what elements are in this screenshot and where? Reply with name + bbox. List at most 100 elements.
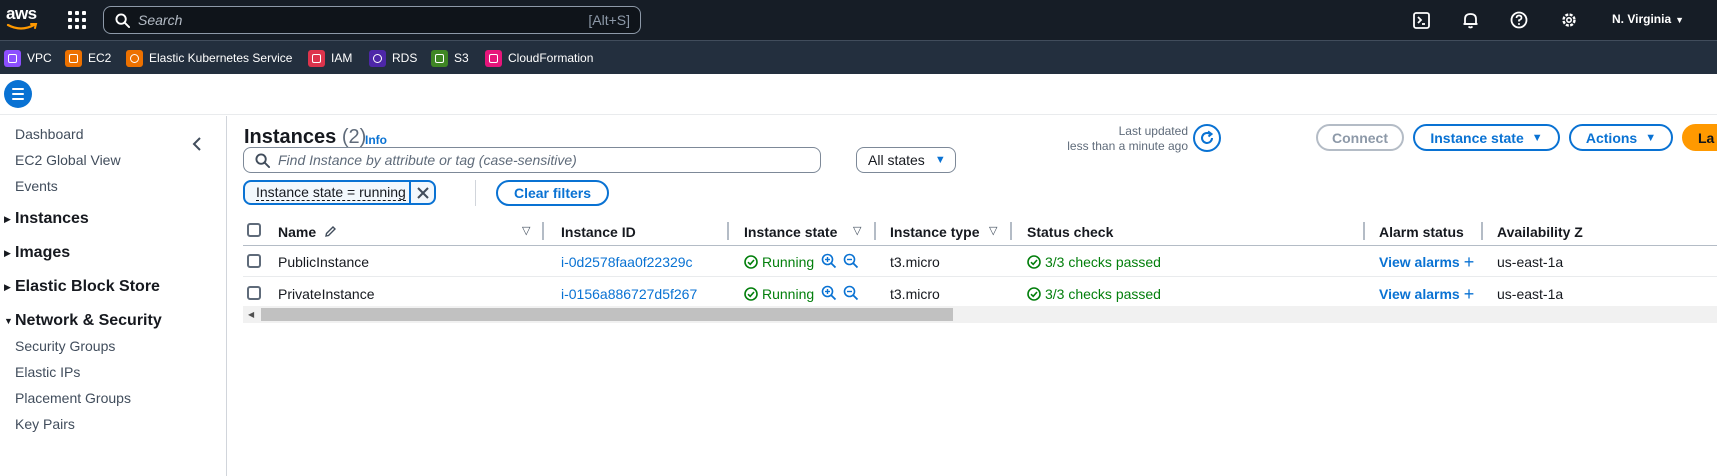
page-title: Instances (2) [244, 126, 366, 149]
favorite-vpc[interactable]: VPC [4, 49, 52, 67]
states-select[interactable]: All states ▼ [856, 147, 956, 173]
view-alarms-link[interactable]: View alarms + [1379, 285, 1475, 303]
filter-token-label[interactable]: Instance state = running [245, 182, 411, 203]
add-icon[interactable]: + [1464, 285, 1475, 303]
sidebar-section-label: Elastic Block Store [15, 278, 160, 295]
zoom-out-icon[interactable] [843, 253, 859, 269]
select-all-checkbox[interactable] [247, 223, 261, 237]
gear-icon[interactable] [1559, 10, 1579, 30]
sidebar-item-events[interactable]: Events [15, 178, 58, 194]
filter-token-remove[interactable] [411, 182, 434, 203]
favorite-ec2[interactable]: EC2 [65, 49, 111, 67]
instance-id-link[interactable]: i-0156a886727d5f267 [561, 286, 697, 302]
instance-filter[interactable] [243, 147, 821, 173]
caret-right-icon: ▶ [4, 247, 11, 258]
info-link[interactable]: Info [365, 133, 387, 147]
side-navigation: Dashboard EC2 Global View Events ▶ Instan… [0, 116, 227, 476]
favorite-label: IAM [331, 51, 353, 65]
column-resizer[interactable] [542, 222, 544, 240]
column-resizer[interactable] [874, 222, 876, 240]
clear-filters-button[interactable]: Clear filters [496, 180, 609, 206]
favorite-cloudformation[interactable]: CloudFormation [485, 49, 593, 67]
column-header-availability-zone[interactable]: Availability Z [1497, 224, 1583, 240]
column-header-instance-state[interactable]: Instance state [744, 224, 837, 240]
global-search-input[interactable] [138, 10, 558, 30]
cloudshell-icon[interactable] [1411, 10, 1431, 30]
caret-down-icon: ▼ [1645, 131, 1657, 144]
aws-logo-text: aws [6, 4, 37, 23]
success-check-icon [744, 287, 758, 301]
bell-icon[interactable] [1460, 10, 1480, 30]
row-checkbox[interactable] [247, 286, 261, 300]
column-header-instance-id[interactable]: Instance ID [561, 224, 636, 240]
column-header-alarm-status[interactable]: Alarm status [1379, 224, 1464, 240]
sort-icon[interactable]: ▽ [853, 224, 861, 237]
sidebar-item-elastic-ips[interactable]: Elastic IPs [15, 364, 80, 380]
search-shortcut-hint: [Alt+S] [588, 12, 630, 28]
help-icon[interactable] [1509, 10, 1529, 30]
column-resizer[interactable] [1010, 222, 1012, 240]
instance-id-link[interactable]: i-0d2578faa0f22329c [561, 254, 693, 270]
chevron-left-icon[interactable] [190, 136, 204, 152]
instance-name: PrivateInstance [278, 286, 375, 302]
table-row[interactable]: PublicInstance i-0d2578faa0f22329c Runni… [243, 246, 1717, 277]
column-resizer[interactable] [727, 222, 729, 240]
connect-button[interactable]: Connect [1316, 124, 1404, 151]
sort-icon[interactable]: ▽ [989, 224, 997, 237]
apps-grid-icon[interactable] [68, 11, 86, 29]
instance-state-button-label: Instance state [1430, 129, 1524, 146]
zoom-out-icon[interactable] [843, 285, 859, 301]
sidebar-section-instances[interactable]: ▶ Instances [4, 210, 89, 228]
column-header-label: Name [278, 224, 317, 240]
column-header-name[interactable]: Name [278, 224, 337, 240]
favorite-iam[interactable]: IAM [308, 49, 352, 67]
actions-button[interactable]: Actions ▼ [1569, 124, 1673, 151]
instance-state-value: Running [744, 286, 814, 302]
favorite-label: VPC [27, 51, 52, 65]
add-icon[interactable]: + [1464, 253, 1475, 271]
zoom-in-icon[interactable] [821, 253, 837, 269]
sort-icon[interactable]: ▽ [522, 224, 530, 237]
status-check-text: 3/3 checks passed [1045, 286, 1161, 302]
sidebar-section-network-security[interactable]: ▼ Network & Security [4, 312, 162, 330]
favorite-eks[interactable]: Elastic Kubernetes Service [126, 49, 292, 67]
row-checkbox[interactable] [247, 254, 261, 268]
view-alarms-link[interactable]: View alarms + [1379, 253, 1475, 271]
availability-zone-value: us-east-1a [1497, 286, 1564, 302]
menu-icon[interactable] [4, 80, 32, 108]
scroll-left-icon[interactable]: ◀ [248, 310, 254, 319]
instance-state-button[interactable]: Instance state ▼ [1413, 124, 1560, 151]
caret-right-icon: ▶ [4, 281, 11, 292]
column-header-status-check[interactable]: Status check [1027, 224, 1113, 240]
global-search[interactable]: [Alt+S] [103, 6, 641, 34]
aws-logo[interactable]: aws [6, 4, 40, 34]
scrollbar-thumb[interactable] [261, 308, 953, 321]
launch-instances-button[interactable]: La [1682, 124, 1717, 151]
instance-count: (2) [341, 126, 367, 148]
table-row[interactable]: PrivateInstance i-0156a886727d5f267 Runn… [243, 278, 1717, 309]
sidebar-section-elastic-block-store[interactable]: ▶ Elastic Block Store [4, 278, 160, 296]
sidebar-item-security-groups[interactable]: Security Groups [15, 338, 115, 354]
instance-state-value: Running [744, 254, 814, 270]
zoom-in-icon[interactable] [821, 285, 837, 301]
sidebar-item-key-pairs[interactable]: Key Pairs [15, 416, 75, 432]
column-resizer[interactable] [1363, 222, 1365, 240]
refresh-button[interactable] [1193, 124, 1221, 152]
sidebar-item-dashboard[interactable]: Dashboard [15, 126, 84, 142]
region-selector[interactable]: N. Virginia ▼ [1612, 12, 1684, 26]
refresh-icon [1201, 130, 1214, 144]
favorite-label: Elastic Kubernetes Service [149, 51, 293, 65]
favorite-s3[interactable]: S3 [431, 49, 469, 67]
favorite-rds[interactable]: RDS [369, 49, 417, 67]
sidebar-section-images[interactable]: ▶ Images [4, 244, 70, 262]
sidebar-item-placement-groups[interactable]: Placement Groups [15, 390, 131, 406]
aws-smile-icon [6, 23, 38, 30]
column-header-instance-type[interactable]: Instance type [890, 224, 979, 240]
last-updated: Last updated less than a minute ago [1048, 124, 1188, 154]
instance-filter-input[interactable] [278, 151, 798, 169]
view-alarms-text: View alarms [1379, 286, 1460, 302]
sidebar-item-ec2-global-view[interactable]: EC2 Global View [15, 152, 121, 168]
caret-right-icon: ▶ [4, 213, 11, 224]
column-resizer[interactable] [1481, 222, 1483, 240]
horizontal-scrollbar[interactable]: ◀ [243, 306, 1717, 323]
